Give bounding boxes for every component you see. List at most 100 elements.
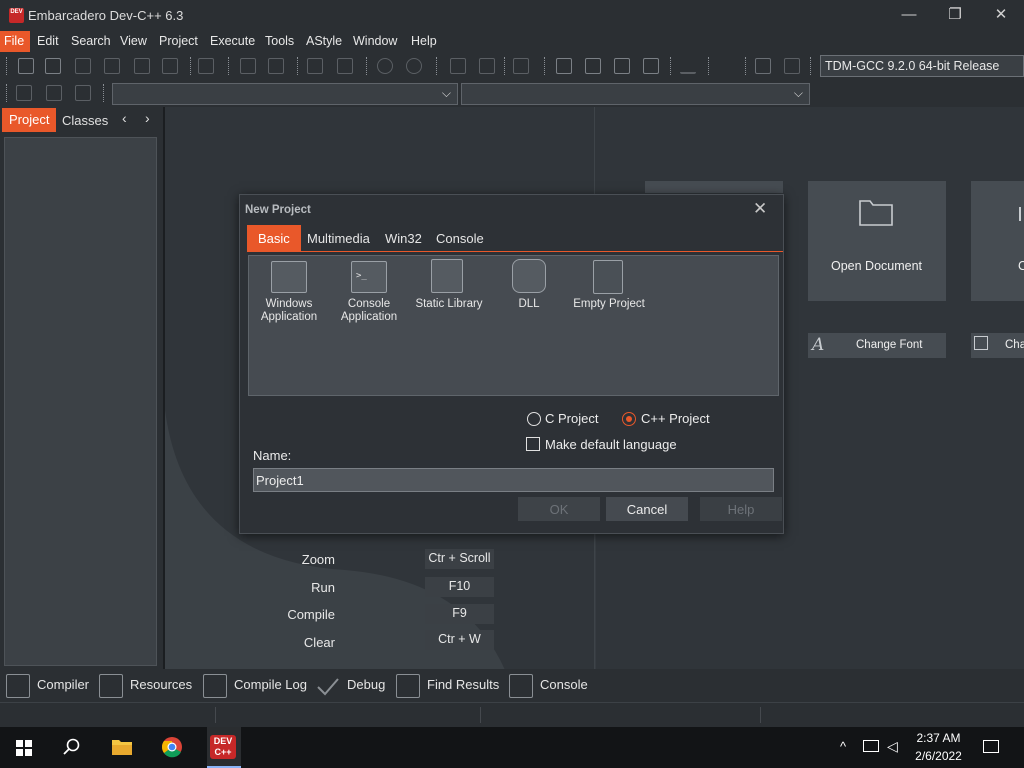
tab-compiler[interactable]: Compiler	[37, 677, 89, 692]
replace-icon[interactable]	[268, 58, 284, 74]
template-dll[interactable]: DLL	[489, 256, 569, 336]
delete-profile-icon[interactable]	[784, 58, 800, 74]
menu-view[interactable]: View	[120, 34, 147, 48]
change-theme-button[interactable]: Cha	[971, 333, 1024, 358]
tab-console[interactable]: Console	[436, 231, 484, 246]
toggle-bookmark-icon[interactable]	[46, 85, 62, 101]
menu-search[interactable]: Search	[71, 34, 111, 48]
run-icon[interactable]	[585, 58, 601, 74]
find-icon[interactable]	[240, 58, 256, 74]
c-project-radio[interactable]	[527, 412, 541, 426]
windows-start-icon[interactable]	[16, 740, 32, 756]
save-all-icon[interactable]	[104, 58, 120, 74]
template-empty-project[interactable]: Empty Project	[569, 256, 649, 336]
insert-icon[interactable]	[16, 85, 32, 101]
network-icon[interactable]	[863, 740, 879, 752]
class-combo[interactable]: ⌵	[112, 83, 458, 105]
compiler-select[interactable]: TDM-GCC 9.2.0 64-bit Release	[820, 55, 1024, 77]
tab-compile-log[interactable]: Compile Log	[234, 677, 307, 692]
compile-icon[interactable]	[556, 58, 572, 74]
project-tree[interactable]	[4, 137, 157, 666]
tab-basic[interactable]: Basic	[247, 225, 301, 251]
dialog-title: New Project	[245, 204, 311, 216]
template-console-application[interactable]: >_ Console Application	[329, 256, 409, 336]
tab-multimedia[interactable]: Multimedia	[307, 231, 370, 246]
maximize-button[interactable]: ❐	[932, 0, 978, 31]
notifications-icon[interactable]	[983, 740, 999, 753]
menu-help[interactable]: Help	[411, 34, 437, 48]
toolbar-separator	[670, 57, 673, 75]
close-all-icon[interactable]	[162, 58, 178, 74]
template-label: Console Application	[340, 298, 398, 323]
compile-run-icon[interactable]	[614, 58, 630, 74]
cpp-project-radio[interactable]	[622, 412, 636, 426]
tray-chevron-icon[interactable]: ^	[840, 739, 846, 754]
project-name-input[interactable]: Project1	[253, 468, 774, 492]
app-icon: DEV	[9, 8, 24, 23]
help-button[interactable]: Help	[700, 497, 782, 521]
ok-button[interactable]: OK	[518, 497, 600, 521]
menu-tools[interactable]: Tools	[265, 34, 294, 48]
tab-scroll-right-icon[interactable]: ›	[145, 110, 150, 126]
c-project-label[interactable]: C Project	[545, 411, 598, 426]
check-syntax-icon[interactable]	[680, 58, 696, 74]
template-static-library[interactable]: Static Library	[409, 256, 489, 336]
unindent-icon[interactable]	[337, 58, 353, 74]
dialog-close-icon[interactable]: ✕	[753, 199, 767, 219]
print-icon[interactable]	[198, 58, 214, 74]
rebuild-icon[interactable]	[643, 58, 659, 74]
chrome-icon[interactable]	[161, 736, 183, 758]
template-windows-application[interactable]: Windows Application	[249, 256, 329, 336]
toolbar-separator	[103, 84, 106, 102]
tab-project[interactable]: Project	[2, 108, 56, 132]
menu-file[interactable]: File	[0, 31, 30, 52]
menu-edit[interactable]: Edit	[37, 34, 59, 48]
tab-resources[interactable]: Resources	[130, 677, 192, 692]
open-document-label: Open Document	[831, 259, 923, 273]
shortcut-label: Zoom	[301, 552, 335, 567]
devcpp-taskbar-button[interactable]: DEV C++	[207, 727, 241, 768]
save-icon[interactable]	[75, 58, 91, 74]
new-card[interactable]: C	[971, 181, 1024, 301]
close-window-button[interactable]: ✕	[978, 0, 1024, 31]
file-explorer-icon[interactable]	[111, 737, 133, 756]
minimize-button[interactable]: —	[886, 0, 932, 31]
template-label: Empty Project	[573, 298, 645, 310]
tab-scroll-left-icon[interactable]: ‹	[122, 110, 127, 126]
clock-time[interactable]: 2:37 AM	[911, 731, 966, 745]
console-icon	[509, 674, 533, 698]
cpp-project-label[interactable]: C++ Project	[641, 411, 710, 426]
cancel-button[interactable]: Cancel	[606, 497, 688, 521]
stop-execution-icon[interactable]	[718, 58, 734, 74]
open-folder-icon[interactable]	[45, 58, 61, 74]
volume-icon[interactable]: ◁	[887, 738, 898, 755]
close-file-icon[interactable]	[134, 58, 150, 74]
tab-console[interactable]: Console	[540, 677, 588, 692]
menu-project[interactable]: Project	[159, 34, 198, 48]
indent-icon[interactable]	[307, 58, 323, 74]
remove-project-file-icon[interactable]	[479, 58, 495, 74]
member-combo[interactable]: ⌵	[461, 83, 810, 105]
search-icon[interactable]	[63, 738, 81, 756]
menu-window[interactable]: Window	[353, 34, 397, 48]
open-document-card[interactable]: Open Document	[808, 181, 946, 301]
tab-classes[interactable]: Classes	[62, 113, 108, 128]
clock-date[interactable]: 2/6/2022	[911, 749, 966, 763]
undo-icon[interactable]	[377, 58, 393, 74]
default-language-checkbox[interactable]	[526, 437, 540, 451]
menu-execute[interactable]: Execute	[210, 34, 255, 48]
profile-icon[interactable]	[755, 58, 771, 74]
dll-icon	[512, 259, 546, 293]
welcome-card[interactable]	[645, 181, 783, 193]
tab-debug[interactable]: Debug	[347, 677, 385, 692]
change-font-button[interactable]: A Change Font	[808, 333, 946, 358]
new-file-icon[interactable]	[18, 58, 34, 74]
default-language-label[interactable]: Make default language	[545, 437, 677, 452]
goto-bookmark-icon[interactable]	[75, 85, 91, 101]
tab-find-results[interactable]: Find Results	[427, 677, 499, 692]
menu-astyle[interactable]: AStyle	[306, 34, 342, 48]
tab-win32[interactable]: Win32	[385, 231, 422, 246]
project-options-icon[interactable]	[513, 58, 529, 74]
new-project-file-icon[interactable]	[450, 58, 466, 74]
redo-icon[interactable]	[406, 58, 422, 74]
